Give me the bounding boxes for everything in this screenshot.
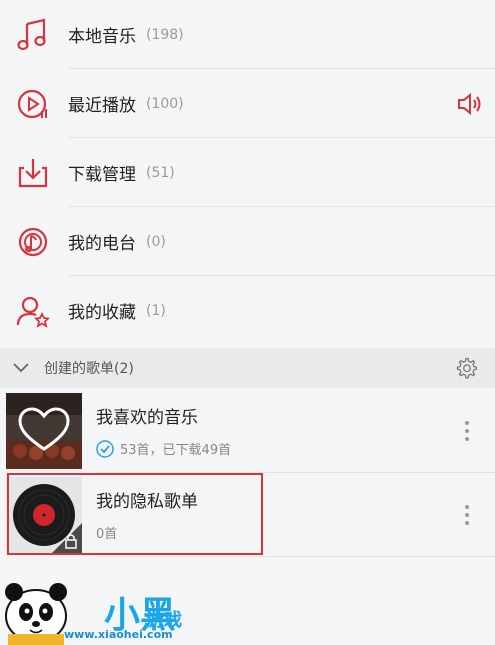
menu-label: 我的收藏 — [68, 303, 136, 323]
playlist-item-liked[interactable]: 我喜欢的音乐 53首，已下载49首 — [0, 389, 495, 473]
more-icon[interactable] — [463, 503, 471, 527]
created-playlists-header[interactable]: 创建的歌单(2) — [0, 348, 495, 388]
menu-label: 我的电台 — [68, 234, 136, 254]
menu-item-recent-play[interactable]: 最近播放 (100) — [0, 69, 495, 138]
playlist-sub: 53首，已下载49首 — [96, 439, 231, 458]
speaker-icon[interactable] — [457, 91, 483, 117]
section-title: 创建的歌单(2) — [44, 361, 134, 377]
playlist-name: 我喜欢的音乐 — [96, 408, 198, 428]
recent-play-icon — [17, 89, 47, 118]
menu-item-local-music[interactable]: 本地音乐 (198) — [0, 0, 495, 69]
favorite-user-icon — [16, 296, 50, 328]
heart-cover-image — [6, 393, 82, 469]
menu-count: (198) — [146, 26, 184, 43]
downloaded-check-icon — [96, 439, 114, 458]
watermark-url: www.xiaohei.com — [64, 628, 173, 641]
more-icon[interactable] — [463, 419, 471, 443]
divider — [96, 556, 495, 557]
menu-item-download[interactable]: 下载管理 (51) — [0, 138, 495, 207]
menu-label: 最近播放 — [68, 96, 136, 116]
menu-count: (51) — [146, 164, 175, 181]
menu-count: (1) — [146, 302, 166, 319]
menu-item-favorites[interactable]: 我的收藏 (1) — [0, 276, 495, 345]
menu-item-radio[interactable]: 我的电台 (0) — [0, 207, 495, 276]
menu-list: 本地音乐 (198) 最近播放 (100) 下载管理 (51) 我的电台 (0)… — [0, 0, 495, 345]
menu-count: (100) — [146, 95, 184, 112]
playlist-sub-text: 53首，已下载49首 — [120, 443, 232, 458]
download-icon — [18, 158, 48, 187]
music-note-icon — [17, 18, 46, 50]
menu-count: (0) — [146, 233, 166, 250]
chevron-down-icon[interactable] — [12, 360, 30, 376]
menu-label: 本地音乐 — [68, 27, 136, 47]
gear-icon[interactable] — [455, 357, 477, 379]
playlist-cover-liked — [6, 393, 82, 469]
radio-icon — [18, 227, 48, 256]
highlight-box — [7, 473, 263, 555]
menu-label: 下载管理 — [68, 165, 136, 185]
